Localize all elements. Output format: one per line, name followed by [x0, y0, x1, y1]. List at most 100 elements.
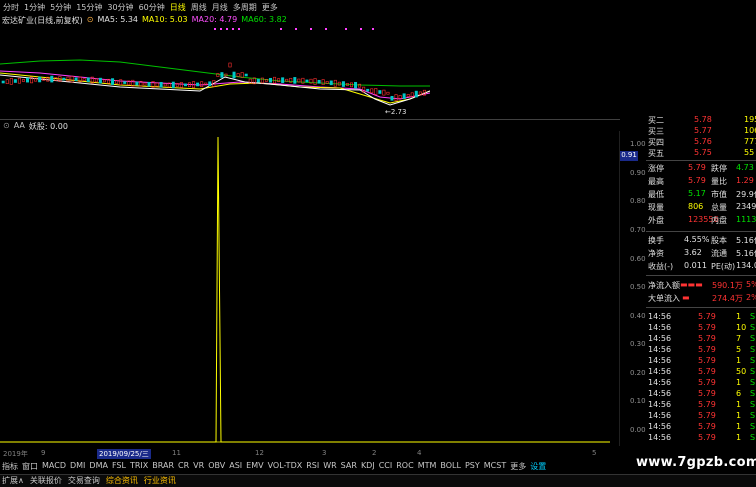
candle — [135, 81, 139, 86]
indicator-tab-24[interactable]: 更多 — [510, 461, 526, 473]
indicator-tab-19[interactable]: ROC — [396, 461, 413, 473]
candle — [70, 75, 74, 83]
candle — [394, 94, 398, 101]
stock-title: 宏达矿业(日线,前复权) — [2, 16, 83, 25]
period-tab-2[interactable]: 5分钟 — [50, 2, 71, 12]
candle — [378, 90, 382, 94]
indicator-tab-20[interactable]: MTM — [418, 461, 437, 473]
flow-label: 大单流入 — [648, 294, 680, 303]
candle — [329, 80, 333, 86]
quote-row: 买二 5.78 195 — [646, 115, 756, 126]
kline-chart[interactable]: ←2.73 — [0, 27, 430, 117]
candle — [406, 94, 410, 97]
indicator-chart[interactable] — [0, 131, 620, 446]
stat-value: 806 — [688, 202, 704, 211]
period-tab-4[interactable]: 30分钟 — [107, 2, 133, 12]
tick-time: 14:56 — [648, 378, 672, 387]
quote-row: 14:56 5.79 1 S — [646, 422, 756, 433]
candle — [386, 91, 390, 95]
bottom-tab-0[interactable]: 扩展∧ — [2, 475, 24, 487]
indicator-tab-5[interactable]: FSL — [112, 461, 126, 473]
candle — [82, 78, 86, 81]
stat-value: 111349 — [736, 215, 756, 224]
period-tab-6[interactable]: 日线 — [170, 2, 186, 12]
bottom-tab-2[interactable]: 交易查询 — [68, 475, 100, 487]
stat-value: 1.29 — [736, 176, 754, 185]
tick-time: 14:56 — [648, 334, 672, 343]
indicator-tab-13[interactable]: VOL-TDX — [268, 461, 303, 473]
stat-label: 最高 — [648, 177, 664, 186]
period-tab-3[interactable]: 15分钟 — [76, 2, 102, 12]
quote-row: 收益(-) 0.011 PE(动)134.0 — [646, 261, 756, 272]
bid-label: 买四 — [648, 138, 664, 147]
indicator-tab-16[interactable]: SAR — [341, 461, 357, 473]
indicator-tab-12[interactable]: EMV — [246, 461, 263, 473]
indicator-tab-2[interactable]: MACD — [42, 461, 66, 473]
indicator-tab-17[interactable]: KDJ — [361, 461, 375, 473]
bottom-tab-3[interactable]: 综合资讯 — [106, 475, 138, 487]
candle — [21, 79, 25, 82]
bottom-tab-4[interactable]: 行业资讯 — [144, 475, 176, 487]
period-tab-7[interactable]: 周线 — [191, 2, 207, 12]
tick-volume: 1 — [736, 411, 742, 420]
indicator-tab-0[interactable]: 指标 — [2, 461, 18, 473]
quote-row: 14:56 5.79 1 S — [646, 400, 756, 411]
x-axis: 2019年 9 2019/09/25/三 11 12 2 3 4 5 — [0, 448, 620, 459]
period-tab-5[interactable]: 60分钟 — [139, 2, 165, 12]
indicator-tab-3[interactable]: DMI — [70, 461, 85, 473]
indicator-tab-25[interactable]: 设置 — [530, 461, 546, 473]
indicator-tabs: 指标 窗口 MACD DMI DMA FSL TRIX BRAR CR VR OBV ASI EMV VO… — [0, 461, 620, 473]
indicator-tab-1[interactable]: 窗口 — [22, 461, 38, 473]
quote-row: 14:56 5.79 1 S — [646, 433, 756, 444]
bottom-tab-1[interactable]: 关联报价 — [30, 475, 62, 487]
period-bar: 分时 1分钟 5分钟 15分钟 30分钟 60分钟 日线 周线 月线 多周期 更多 — [0, 0, 440, 14]
tick-direction: S — [750, 422, 756, 431]
indicator-tab-15[interactable]: WR — [323, 461, 336, 473]
quote-panel: 买二5.78195买三5.77106买四5.76777买五5.7555涨停5.7… — [646, 115, 756, 465]
flow-bar: ▬ — [682, 293, 690, 302]
candle — [313, 78, 317, 85]
indicator-tab-14[interactable]: RSI — [306, 461, 319, 473]
stat-label: 现量 — [648, 203, 664, 212]
stat-value: 5.79 — [688, 176, 706, 185]
stat-label: 内盘 — [711, 216, 727, 225]
candle — [228, 62, 232, 68]
candle — [354, 81, 358, 89]
ma-info-line: 宏达矿业(日线,前复权) ⊙ MA5: 5.34 MA10: 5.03 MA20… — [2, 15, 287, 27]
period-tab-1[interactable]: 1分钟 — [24, 2, 45, 12]
period-tab-9[interactable]: 多周期 — [233, 2, 257, 12]
indicator-tab-18[interactable]: CCI — [379, 461, 393, 473]
indicator-tab-22[interactable]: PSY — [465, 461, 480, 473]
bid-price: 5.77 — [694, 126, 712, 135]
candle — [305, 79, 309, 83]
period-tab-8[interactable]: 月线 — [212, 2, 228, 12]
candle — [366, 88, 370, 92]
tick-volume: 1 — [736, 400, 742, 409]
period-tab-0[interactable]: 分时 — [3, 2, 19, 12]
x-month-5: 5 — [592, 449, 597, 457]
indicator-tab-23[interactable]: MCST — [484, 461, 506, 473]
divider — [0, 119, 620, 120]
indicator-tab-9[interactable]: VR — [193, 461, 204, 473]
candle — [370, 88, 374, 94]
period-tab-10[interactable]: 更多 — [262, 2, 278, 12]
indicator-tab-11[interactable]: ASI — [229, 461, 242, 473]
indicator-tab-21[interactable]: BOLL — [440, 461, 461, 473]
quote-row: 外盘123556内盘111349 — [646, 215, 756, 226]
indicator-tab-7[interactable]: BRAR — [152, 461, 174, 473]
candle — [98, 77, 102, 84]
low-price-label: ←2.73 — [385, 108, 406, 116]
stat-label: 涨停 — [648, 164, 664, 173]
flow-label: 净流入额 — [648, 281, 680, 290]
indicator-tab-10[interactable]: OBV — [208, 461, 225, 473]
x-month-11: 11 — [172, 449, 181, 457]
indicator-tab-6[interactable]: TRIX — [130, 461, 148, 473]
indicator-tab-8[interactable]: CR — [178, 461, 189, 473]
settings-icon[interactable]: ⊙ — [87, 15, 94, 27]
tick-time: 14:56 — [648, 356, 672, 365]
indicator-tab-4[interactable]: DMA — [89, 461, 108, 473]
candle — [5, 79, 9, 84]
bid-volume: 777 — [744, 137, 756, 146]
watermark: www.7gpzb.com — [636, 455, 756, 470]
tick-volume: 10 — [736, 323, 747, 332]
